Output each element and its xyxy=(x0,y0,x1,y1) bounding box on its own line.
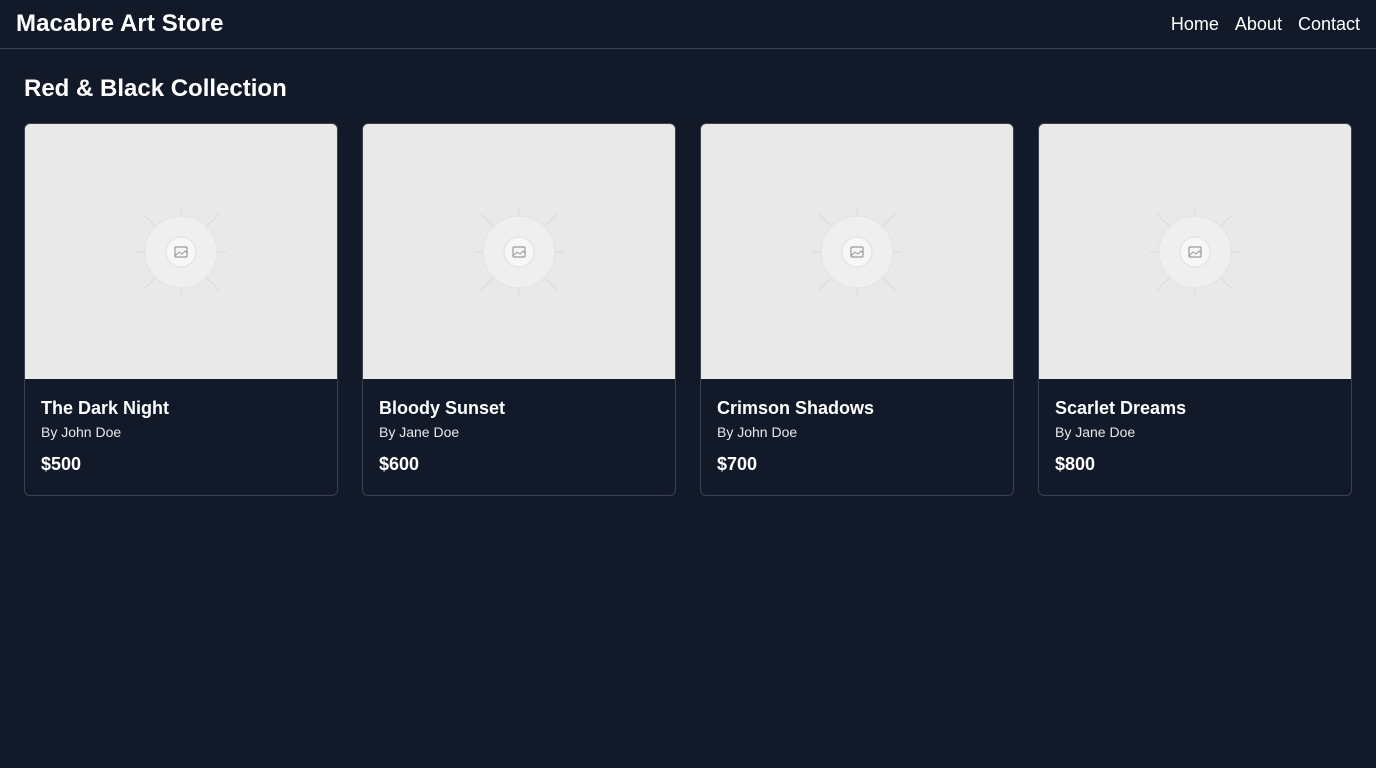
image-placeholder-icon xyxy=(136,206,226,297)
artwork-artist: By John Doe xyxy=(41,424,122,440)
card-body: The Dark Night By John Doe $500 xyxy=(25,379,337,491)
main-nav: Home About Contact xyxy=(1171,14,1360,35)
top-navbar: Macabre Art Store Home About Contact xyxy=(0,0,1376,49)
main-content: Red & Black Collection The Dark Night By… xyxy=(0,49,1376,496)
card-body: Bloody Sunset By Jane Doe $600 xyxy=(363,379,675,491)
artwork-price: $500 xyxy=(41,454,82,474)
artwork-title: Scarlet Dreams xyxy=(1055,398,1187,418)
artwork-image[interactable] xyxy=(363,124,675,379)
artwork-price: $700 xyxy=(717,454,758,474)
artwork-title: Crimson Shadows xyxy=(717,398,875,418)
page-title: Red & Black Collection xyxy=(24,75,287,102)
artwork-title: The Dark Night xyxy=(41,398,170,418)
artwork-artist: By Jane Doe xyxy=(379,424,460,440)
artwork-price: $800 xyxy=(1055,454,1096,474)
artwork-card[interactable]: Scarlet Dreams By Jane Doe $800 xyxy=(1038,123,1352,496)
artwork-artist: By John Doe xyxy=(717,424,798,440)
artwork-grid: The Dark Night By John Doe $500 Bloody S… xyxy=(24,123,1352,496)
brand-title[interactable]: Macabre Art Store xyxy=(16,10,224,38)
image-placeholder-icon xyxy=(812,206,902,297)
artwork-image[interactable] xyxy=(1039,124,1351,379)
image-placeholder-icon xyxy=(474,206,564,297)
artwork-title: Bloody Sunset xyxy=(379,398,506,418)
nav-link-about[interactable]: About xyxy=(1235,14,1282,35)
nav-link-contact[interactable]: Contact xyxy=(1298,14,1360,35)
nav-link-home[interactable]: Home xyxy=(1171,14,1219,35)
image-placeholder-icon xyxy=(1150,206,1240,297)
artwork-price: $600 xyxy=(379,454,420,474)
artwork-card[interactable]: Bloody Sunset By Jane Doe $600 xyxy=(362,123,676,496)
card-body: Crimson Shadows By John Doe $700 xyxy=(701,379,1013,491)
artwork-card[interactable]: The Dark Night By John Doe $500 xyxy=(24,123,338,496)
artwork-image[interactable] xyxy=(25,124,337,379)
artwork-image[interactable] xyxy=(701,124,1013,379)
artwork-card[interactable]: Crimson Shadows By John Doe $700 xyxy=(700,123,1014,496)
card-body: Scarlet Dreams By Jane Doe $800 xyxy=(1039,379,1351,491)
artwork-artist: By Jane Doe xyxy=(1055,424,1136,440)
